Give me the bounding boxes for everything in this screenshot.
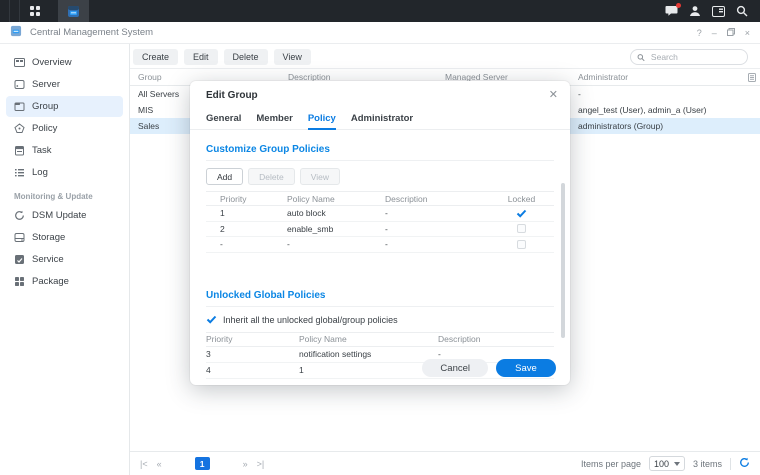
notification-badge xyxy=(676,3,681,8)
server-icon xyxy=(14,79,25,90)
widgets-panel-icon[interactable] xyxy=(712,6,725,17)
locked-checkbox-unchecked[interactable] xyxy=(503,224,554,233)
tab-policy[interactable]: Policy xyxy=(308,113,336,129)
next-page-button[interactable]: » xyxy=(243,459,248,469)
sidebar-item-task[interactable]: Task xyxy=(6,140,123,161)
unlocked-policies-heading: Unlocked Global Policies xyxy=(206,290,554,301)
column-policy-name: Policy Name xyxy=(299,334,438,344)
sidebar-item-group[interactable]: Group xyxy=(6,96,123,117)
last-page-button[interactable]: >| xyxy=(257,459,265,469)
sidebar-item-package[interactable]: Package xyxy=(6,271,123,292)
locked-checkbox-unchecked[interactable] xyxy=(503,240,554,249)
first-page-button[interactable]: |< xyxy=(140,459,148,469)
package-icon xyxy=(14,276,25,287)
locked-checkbox-checked[interactable] xyxy=(503,209,554,218)
search-icon xyxy=(637,53,645,62)
save-button[interactable]: Save xyxy=(496,359,556,377)
custom-policy-table: Priority Policy Name Description Locked … xyxy=(206,191,554,253)
column-locked: Locked xyxy=(503,194,554,204)
taskbar-cms-app-button[interactable] xyxy=(58,0,89,22)
column-policy-name: Policy Name xyxy=(287,194,385,204)
window-titlebar: Central Management System ? – × xyxy=(0,22,760,44)
cancel-button[interactable]: Cancel xyxy=(422,359,488,377)
tab-administrator[interactable]: Administrator xyxy=(351,113,413,129)
tab-member[interactable]: Member xyxy=(256,113,292,129)
search-icon[interactable] xyxy=(736,5,748,17)
sidebar-item-service[interactable]: Service xyxy=(6,249,123,270)
check-icon xyxy=(206,315,217,324)
statusbar: |< « 1 » >| Items per page 100 3 items xyxy=(130,451,760,475)
screen: Central Management System ? – × Overview xyxy=(0,0,760,475)
storage-icon xyxy=(14,232,25,243)
close-dialog-button[interactable]: ✕ xyxy=(549,90,558,101)
divider xyxy=(206,160,554,161)
log-icon xyxy=(14,167,25,178)
tab-general[interactable]: General xyxy=(206,113,241,129)
prev-page-button[interactable]: « xyxy=(157,459,162,469)
sidebar-item-policy[interactable]: Policy xyxy=(6,118,123,139)
customize-policies-heading: Customize Group Policies xyxy=(206,144,554,155)
taskbar-divider xyxy=(9,0,10,22)
view-button[interactable]: View xyxy=(274,49,311,65)
maximize-button[interactable] xyxy=(727,28,735,38)
inherit-checkbox[interactable]: Inherit all the unlocked global/group po… xyxy=(206,313,554,327)
create-button[interactable]: Create xyxy=(133,49,178,65)
column-administrator[interactable]: Administrator xyxy=(570,72,744,82)
close-window-button[interactable]: × xyxy=(745,28,750,38)
column-description: Description xyxy=(438,334,554,344)
dialog-scrollbar[interactable] xyxy=(561,183,565,338)
sidebar-section-monitoring: Monitoring & Update xyxy=(14,192,129,201)
sidebar-item-storage[interactable]: Storage xyxy=(6,227,123,248)
apps-grid-icon xyxy=(29,5,41,17)
sidebar-item-server[interactable]: Server xyxy=(6,74,123,95)
chevron-down-icon xyxy=(674,462,680,466)
column-settings-icon[interactable] xyxy=(744,73,760,82)
delete-policy-button[interactable]: Delete xyxy=(248,168,295,185)
edit-group-dialog: Edit Group ✕ General Member Policy Admin… xyxy=(190,81,570,385)
current-page-indicator[interactable]: 1 xyxy=(195,457,210,470)
dsm-update-icon xyxy=(14,210,25,221)
dialog-tabs: General Member Policy Administrator xyxy=(190,107,570,130)
inherit-label: Inherit all the unlocked global/group po… xyxy=(223,315,398,325)
policy-row[interactable]: - - - xyxy=(206,237,554,253)
search-input[interactable] xyxy=(649,51,741,63)
refresh-icon[interactable] xyxy=(739,457,750,470)
desktop-taskbar xyxy=(0,0,760,22)
help-button[interactable]: ? xyxy=(697,28,702,38)
cms-app-icon xyxy=(67,5,80,18)
task-icon xyxy=(14,145,25,156)
policy-row[interactable]: 1 auto block - xyxy=(206,206,554,222)
sidebar-item-overview[interactable]: Overview xyxy=(6,52,123,73)
overview-icon xyxy=(14,57,25,68)
window-title: Central Management System xyxy=(30,27,153,38)
items-count: 3 items xyxy=(693,459,722,469)
delete-button[interactable]: Delete xyxy=(224,49,268,65)
dialog-title: Edit Group xyxy=(206,90,258,101)
view-policy-button[interactable]: View xyxy=(300,168,340,185)
column-priority: Priority xyxy=(220,194,287,204)
policy-row[interactable]: 2 enable_smb - xyxy=(206,222,554,238)
service-icon xyxy=(14,254,25,265)
sidebar-item-dsm-update[interactable]: DSM Update xyxy=(6,205,123,226)
notifications-chat-icon[interactable] xyxy=(665,5,678,17)
group-toolbar: Create Edit Delete View xyxy=(130,44,760,68)
policy-icon xyxy=(14,123,25,134)
sidebar-item-log[interactable]: Log xyxy=(6,162,123,183)
group-icon xyxy=(14,101,25,112)
cms-window-icon xyxy=(10,24,22,42)
add-policy-button[interactable]: Add xyxy=(206,168,243,185)
column-priority: Priority xyxy=(206,334,299,344)
divider xyxy=(730,458,731,470)
user-menu-icon[interactable] xyxy=(689,5,701,17)
divider xyxy=(206,306,554,307)
search-box[interactable] xyxy=(630,49,748,65)
minimize-button[interactable]: – xyxy=(712,28,717,38)
edit-button[interactable]: Edit xyxy=(184,49,218,65)
items-per-page-label: Items per page xyxy=(581,459,641,469)
sidebar: Overview Server Group Policy Task xyxy=(0,44,130,475)
check-icon xyxy=(516,209,527,218)
main-menu-button[interactable] xyxy=(20,0,50,22)
column-description: Description xyxy=(385,194,503,204)
items-per-page-select[interactable]: 100 xyxy=(649,456,685,471)
